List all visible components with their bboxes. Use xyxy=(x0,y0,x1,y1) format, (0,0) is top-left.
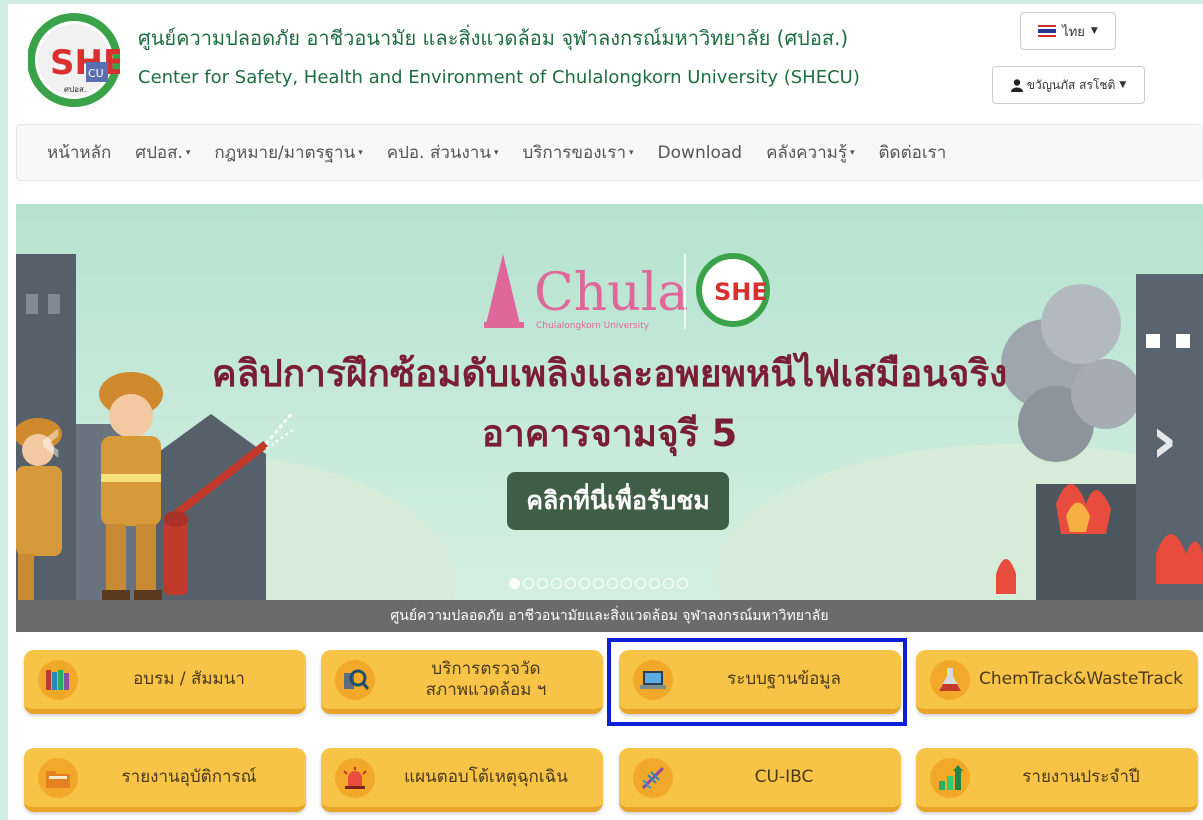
tile-accident-report[interactable]: รายงานอุบัติการณ์ xyxy=(24,748,306,812)
carousel-dot[interactable] xyxy=(579,578,590,589)
tile-label: CU-IBC xyxy=(754,767,814,787)
nav-item-label: บริการของเรา xyxy=(522,143,627,163)
growth-chart-icon xyxy=(930,757,970,798)
nav-item-label: หน้าหลัก xyxy=(47,143,112,163)
carousel-dot[interactable] xyxy=(523,578,534,589)
logo-small-text: ศปอส. xyxy=(64,85,86,94)
user-menu-button[interactable]: ขวัญนภัส สรโชติ ▼ xyxy=(992,66,1145,104)
carousel-dot[interactable] xyxy=(621,578,632,589)
carousel-dot[interactable] xyxy=(663,578,674,589)
nav-item-knowledge[interactable]: คลังความรู้ ▾ xyxy=(754,139,866,166)
chevron-down-icon: ▾ xyxy=(358,147,363,158)
carousel-prev-arrow-icon[interactable]: ‹ xyxy=(38,404,64,478)
nav-item-shecu[interactable]: ศปอส. ▾ xyxy=(123,139,202,166)
chevron-down-icon: ▾ xyxy=(185,147,191,158)
tile-label-line: บริการตรวจวัด xyxy=(431,658,541,679)
nav-item-download[interactable]: Download xyxy=(646,143,755,163)
flask-icon xyxy=(930,659,970,700)
nav-item-label: คลังความรู้ xyxy=(766,143,847,163)
watch-video-button[interactable]: คลิกที่นี่เพื่อรับชม xyxy=(507,472,729,530)
carousel-dot[interactable] xyxy=(607,578,618,589)
tile-label: บริการตรวจวัด สภาพแวดล้อม ฯ xyxy=(375,659,603,701)
tile-label: รายงานประจำปี xyxy=(1022,767,1140,787)
shecu-logo[interactable]: SHE CU ศปอส. xyxy=(28,8,120,112)
logo-she-text: SHE xyxy=(50,43,120,83)
tile-annual-report[interactable]: รายงานประจำปี xyxy=(916,748,1198,812)
banner-headline: คลิปการฝึกซ้อมดับเพลิงและอพยพหนีไฟเสมือน… xyxy=(211,352,1008,395)
dna-icon xyxy=(633,757,673,798)
banner-caption: ศูนย์ความปลอดภัย อาชีวอนามัยและสิ่งแวดล้… xyxy=(16,600,1203,632)
language-dropdown-button[interactable]: ไทย ▼ xyxy=(1020,12,1116,50)
fire-hydrant-icon xyxy=(164,511,188,595)
carousel-dot[interactable] xyxy=(593,578,604,589)
chevron-down-icon: ▾ xyxy=(849,147,855,158)
chula-logo: Chula Chulalongkorn University SHE xyxy=(484,253,770,331)
carousel-dot[interactable] xyxy=(635,578,646,589)
logo-cu-text: CU xyxy=(88,67,104,80)
selection-highlight-box xyxy=(607,638,907,726)
nav-item-contact[interactable]: ติดต่อเรา xyxy=(867,139,959,166)
carousel-dot[interactable] xyxy=(509,578,520,589)
nav-item-services[interactable]: บริการของเรา ▾ xyxy=(511,139,646,166)
site-title-english: Center for Safety, Health and Environmen… xyxy=(138,67,860,88)
nav-item-home[interactable]: หน้าหลัก xyxy=(35,139,123,166)
nav-item-label: ติดต่อเรา xyxy=(878,143,947,163)
nav-item-label: ศปอส. xyxy=(135,143,183,163)
nav-item-label: คปอ. ส่วนงาน xyxy=(386,143,491,163)
banner-carousel[interactable]: Chula Chulalongkorn University SHE คลิปก… xyxy=(16,204,1203,632)
chevron-down-icon: ▾ xyxy=(493,147,499,158)
carousel-dot[interactable] xyxy=(565,578,576,589)
site-header: SHE CU ศปอส. ศูนย์ความปลอดภัย อาชีวอนามั… xyxy=(20,0,1203,120)
chevron-down-icon: ▼ xyxy=(1119,80,1127,90)
tile-emergency-plan[interactable]: แผนตอบโต้เหตุฉุกเฉิน xyxy=(321,748,603,812)
user-name-label: ขวัญนภัส สรโชติ xyxy=(1026,77,1116,92)
nav-item-label: กฎหมาย/มาตรฐาน xyxy=(214,143,356,163)
banner-she-logo-text: SHE xyxy=(714,278,768,306)
nav-item-laws-standards[interactable]: กฎหมาย/มาตรฐาน ▾ xyxy=(202,139,374,166)
tile-chemtrack[interactable]: ChemTrack&WasteTrack xyxy=(916,650,1198,714)
tile-cu-ibc[interactable]: CU-IBC xyxy=(619,748,901,812)
banner-subheadline: อาคารจามจุรี 5 xyxy=(481,412,738,455)
tile-label: รายงานอุบัติการณ์ xyxy=(121,767,257,787)
tile-label: แผนตอบโต้เหตุฉุกเฉิน xyxy=(404,767,568,787)
carousel-dot[interactable] xyxy=(537,578,548,589)
carousel-dot[interactable] xyxy=(677,578,688,589)
chula-brand-subtext: Chulalongkorn University xyxy=(536,321,650,331)
magnifier-building-icon xyxy=(335,659,375,700)
tile-training[interactable]: อบรม / สัมมนา xyxy=(24,650,306,714)
books-icon xyxy=(38,659,78,700)
main-navbar: หน้าหลัก ศปอส. ▾ กฎหมาย/มาตรฐาน ▾ คปอ. ส่ว… xyxy=(16,124,1203,181)
chula-brand-text: Chula xyxy=(534,263,688,323)
tile-label-line: สภาพแวดล้อม ฯ xyxy=(425,679,547,700)
thai-flag-icon xyxy=(1038,25,1057,37)
tile-label: ChemTrack&WasteTrack xyxy=(978,669,1183,689)
left-border-strip xyxy=(0,0,8,820)
nav-item-label: Download xyxy=(657,142,743,163)
chevron-down-icon: ▼ xyxy=(1090,26,1098,36)
folder-icon xyxy=(38,757,78,798)
user-icon xyxy=(1010,78,1023,92)
carousel-next-arrow-icon[interactable]: › xyxy=(1151,404,1177,478)
language-label: ไทย xyxy=(1062,24,1085,40)
siren-icon xyxy=(335,757,375,798)
carousel-dot[interactable] xyxy=(551,578,562,589)
chevron-down-icon: ▾ xyxy=(629,147,634,158)
nav-item-committees[interactable]: คปอ. ส่วนงาน ▾ xyxy=(375,139,511,166)
carousel-indicators xyxy=(509,578,688,589)
carousel-dot[interactable] xyxy=(649,578,660,589)
tile-label: อบรม / สัมมนา xyxy=(133,669,245,689)
site-title-thai: ศูนย์ความปลอดภัย อาชีวอนามัย และสิ่งแวดล… xyxy=(138,26,849,50)
tile-environment-inspection[interactable]: บริการตรวจวัด สภาพแวดล้อม ฯ xyxy=(321,650,603,714)
